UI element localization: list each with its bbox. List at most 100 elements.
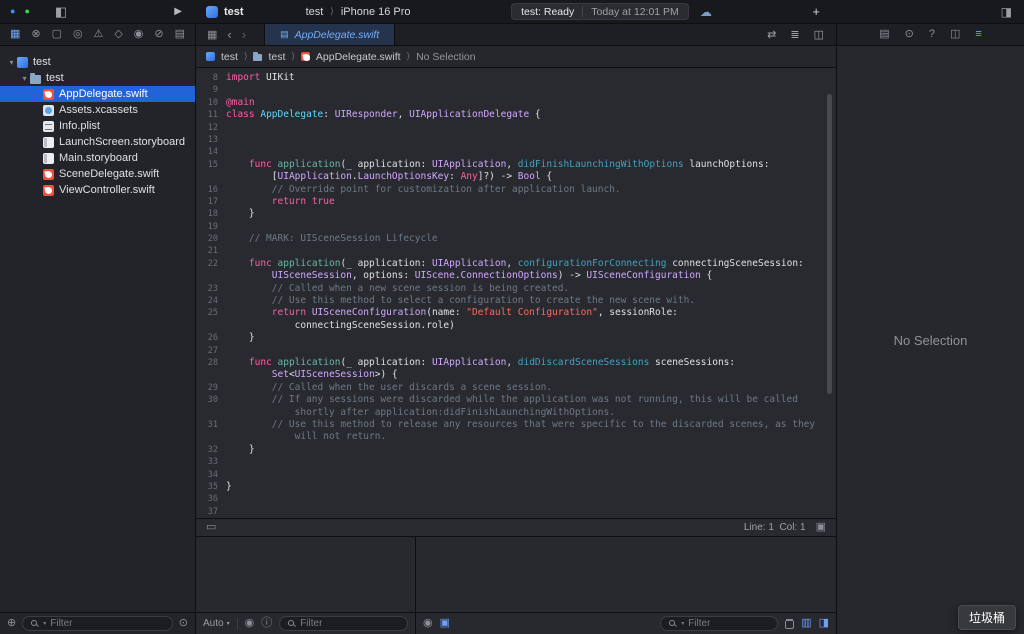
code-line[interactable]: 34 (196, 469, 836, 481)
code-line[interactable]: 21 (196, 245, 836, 257)
code-line[interactable]: 11 class AppDelegate: UIResponder, UIAppl… (196, 109, 836, 121)
new-tab-button[interactable]: + (812, 5, 820, 18)
code-line[interactable]: [UIApplication.LaunchOptionsKey: Any]?) … (196, 171, 836, 183)
info-icon[interactable]: ⓘ (261, 618, 272, 629)
activity-status[interactable]: test: Ready Today at 12:01 PM (511, 3, 689, 20)
back-button[interactable]: ‹ (227, 28, 231, 41)
code-line[interactable]: 13 (196, 134, 836, 146)
code-line[interactable]: 14 (196, 146, 836, 158)
code-line[interactable]: 30 // If any sessions were discarded whi… (196, 394, 836, 406)
code-line[interactable]: Set<UISceneSession>) { (196, 369, 836, 381)
accessibility-inspector-icon[interactable]: ◫ (950, 29, 960, 40)
tests-navigator-icon[interactable]: ◇ (114, 29, 122, 40)
code-line[interactable]: 32 } (196, 444, 836, 456)
minimap-menu-icon[interactable]: ≣ (790, 28, 799, 41)
console-mode-icon[interactable]: ▣ (440, 618, 450, 629)
history-inspector-icon[interactable]: ⊙ (905, 29, 914, 40)
code-line[interactable]: 10 @main (196, 97, 836, 109)
navigator-filter-input[interactable]: ▾ Filter (22, 616, 173, 631)
code-line[interactable]: 33 (196, 456, 836, 468)
code-line[interactable]: connectingSceneSession.role) (196, 320, 836, 332)
find-navigator-icon[interactable]: ◎ (73, 29, 83, 40)
code-line[interactable]: 31 // Use this method to release any res… (196, 419, 836, 431)
project-navigator-icon[interactable]: ▦ (10, 29, 20, 40)
code-line[interactable]: 12 (196, 122, 836, 134)
add-editor-icon[interactable]: ◫ (814, 28, 824, 41)
breadcrumb-item[interactable]: AppDelegate.swift (316, 51, 401, 63)
inspector-toggle-icon[interactable]: ◨ (1001, 6, 1012, 18)
navigator-item-appdelegate-swift[interactable]: AppDelegate.swift (0, 86, 195, 102)
attributes-inspector-icon[interactable]: ≡ (975, 29, 981, 40)
code-line[interactable]: 16 // Override point for customization a… (196, 184, 836, 196)
show-variables-icon[interactable]: ◉ (245, 618, 255, 629)
disclosure-triangle-icon[interactable]: ▾ (19, 74, 30, 83)
window-dot-blue-icon[interactable]: ● (10, 7, 15, 16)
navigator-item-info-plist[interactable]: Info.plist (0, 118, 195, 134)
issues-navigator-icon[interactable]: ⚠ (94, 29, 104, 40)
reports-navigator-icon[interactable]: ▤ (175, 29, 185, 40)
code-line[interactable]: 19 (196, 221, 836, 233)
cloud-icon[interactable]: ☁ (700, 6, 712, 18)
jump-bar[interactable]: test ⟩ test ⟩ AppDelegate.swift ⟩ No Selection (196, 46, 836, 68)
console-eye-icon[interactable]: ◉ (423, 618, 433, 629)
variables-filter-input[interactable]: Filter (279, 616, 408, 631)
active-project-indicator[interactable]: test (206, 5, 244, 18)
breadcrumb-item[interactable]: No Selection (416, 51, 476, 63)
console-pane[interactable] (416, 537, 836, 612)
code-line[interactable]: 28 func application(_ application: UIApp… (196, 357, 836, 369)
bookmarks-navigator-icon[interactable]: ▢ (52, 29, 62, 40)
navigator-item-test[interactable]: ▾ test (0, 70, 195, 86)
editor-mode-icon[interactable]: ▭ (206, 522, 216, 533)
code-review-icon[interactable]: ⇄ (767, 28, 776, 41)
variables-scope-dropdown[interactable]: Auto ▾ (203, 618, 230, 629)
code-line[interactable]: 29 // Called when the user discards a sc… (196, 382, 836, 394)
code-line[interactable]: will not return. (196, 431, 836, 443)
navigator-toggle-icon[interactable]: ◧ (55, 5, 67, 18)
navigator-item-launchscreen-storyboard[interactable]: LaunchScreen.storyboard (0, 134, 195, 150)
code-line[interactable]: 37 (196, 506, 836, 518)
code-line[interactable]: 26 } (196, 332, 836, 344)
toggle-variables-pane-icon[interactable]: ▥ (801, 618, 811, 629)
code-line[interactable]: UISceneSession, options: UIScene.Connect… (196, 270, 836, 282)
code-line[interactable]: 9 (196, 84, 836, 96)
code-line[interactable]: 25 return UISceneConfiguration(name: "De… (196, 307, 836, 319)
forward-button[interactable]: › (242, 28, 246, 41)
code-line[interactable]: 27 (196, 345, 836, 357)
code-line[interactable]: shortly after application:didFinishLaunc… (196, 407, 836, 419)
source-editor[interactable]: 8 import UIKit 9 10 @main 11 class AppDelegate… (196, 68, 836, 518)
add-button[interactable]: ⊕ (7, 618, 16, 629)
editor-scrollbar[interactable] (827, 94, 832, 394)
breadcrumb-item[interactable]: test (268, 51, 285, 63)
breadcrumb-item[interactable]: test (221, 51, 238, 63)
code-line[interactable]: 36 (196, 493, 836, 505)
code-line[interactable]: 18 } (196, 208, 836, 220)
file-inspector-icon[interactable]: ▤ (879, 29, 889, 40)
console-filter-input[interactable]: ▾ Filter (660, 616, 779, 631)
code-line[interactable]: 8 import UIKit (196, 72, 836, 84)
navigator-item-test[interactable]: ▾ test (0, 54, 195, 70)
recent-files-icon[interactable]: ⊙ (179, 618, 188, 629)
navigator-item-viewcontroller-swift[interactable]: ViewController.swift (0, 182, 195, 198)
code-line[interactable]: 15 func application(_ application: UIApp… (196, 159, 836, 171)
disclosure-triangle-icon[interactable]: ▾ (6, 58, 17, 67)
tab-overview-icon[interactable]: ▦ (207, 28, 217, 41)
code-line[interactable]: 23 // Called when a new scene session is… (196, 283, 836, 295)
window-dot-green-icon[interactable]: ● (24, 7, 29, 16)
debug-navigator-icon[interactable]: ◉ (134, 29, 144, 40)
code-line[interactable]: 24 // Use this method to select a config… (196, 295, 836, 307)
breakpoints-navigator-icon[interactable]: ⊘ (154, 29, 163, 40)
quick-help-inspector-icon[interactable]: ? (929, 29, 935, 40)
scheme-selector[interactable]: test ⟩ iPhone 16 Pro (306, 6, 411, 18)
code-line[interactable]: 20 // MARK: UISceneSession Lifecycle (196, 233, 836, 245)
navigator-item-main-storyboard[interactable]: Main.storyboard (0, 150, 195, 166)
variables-pane[interactable] (196, 537, 415, 612)
source-control-navigator-icon[interactable]: ⊗ (31, 29, 40, 40)
editor-adjust-icon[interactable]: ▣ (816, 522, 826, 533)
navigator-item-assets-xcassets[interactable]: Assets.xcassets (0, 102, 195, 118)
clear-console-icon[interactable] (785, 618, 795, 629)
tab-appdelegate[interactable]: ▤ AppDelegate.swift (264, 24, 396, 45)
code-line[interactable]: 35} (196, 481, 836, 493)
code-line[interactable]: 17 return true (196, 196, 836, 208)
navigator-item-scenedelegate-swift[interactable]: SceneDelegate.swift (0, 166, 195, 182)
toggle-console-pane-icon[interactable]: ◨ (819, 618, 829, 629)
